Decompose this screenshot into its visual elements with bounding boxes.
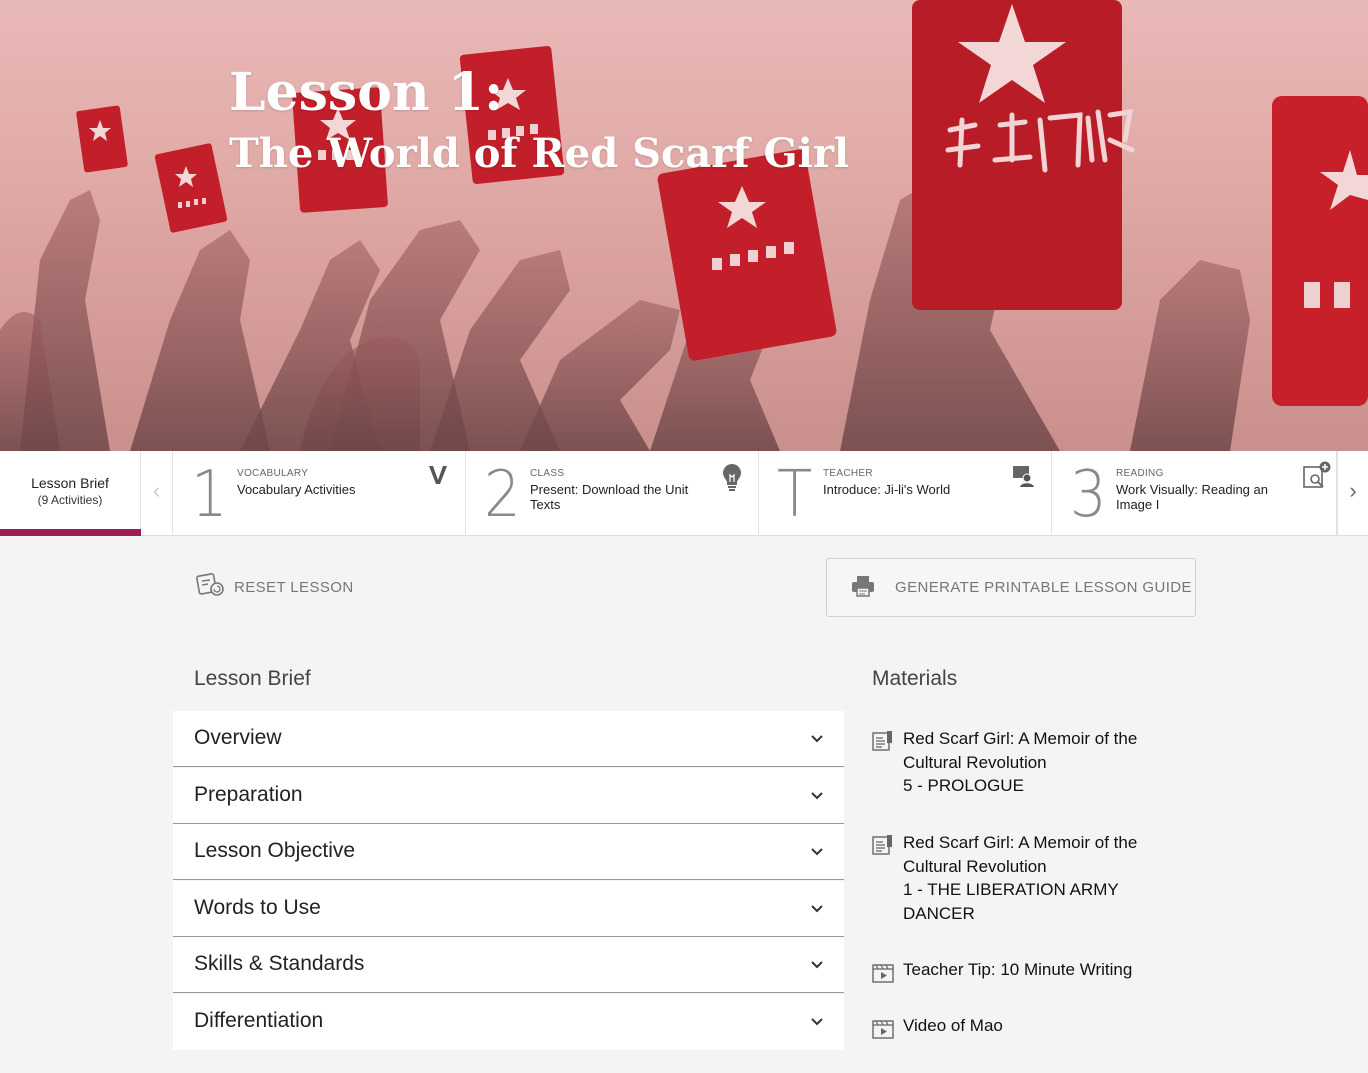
activity-card-vocabulary[interactable]: 1 VOCABULARY Vocabulary Activities xyxy=(173,451,466,536)
accordion-label: Lesson Objective xyxy=(194,839,356,862)
activity-type: VOCABULARY xyxy=(237,468,309,479)
chevron-right-icon: › xyxy=(1349,478,1357,503)
material-chapter: DANCER xyxy=(903,903,975,923)
chevron-down-icon xyxy=(810,844,824,862)
activity-marker: 3 xyxy=(1070,458,1107,532)
chevron-down-icon xyxy=(810,731,824,749)
activity-card-teacher[interactable]: T TEACHER Introduce: Ji-li's World xyxy=(759,451,1052,536)
lesson-title: Lesson 1: The World of Red Scarf Girl xyxy=(229,62,849,184)
video-icon xyxy=(872,1017,896,1044)
generate-guide-label: GENERATE PRINTABLE LESSON GUIDE xyxy=(895,579,1192,596)
chevron-down-icon xyxy=(810,957,824,975)
accordion-preparation[interactable]: Preparation xyxy=(173,767,844,824)
activity-marker: 2 xyxy=(484,458,521,532)
material-item[interactable]: Video of Mao xyxy=(872,1014,1003,1044)
activity-title: Introduce: Ji-li's World xyxy=(823,482,951,497)
reset-lesson-button[interactable]: RESET LESSON xyxy=(196,572,354,602)
material-title-line: Video of Mao xyxy=(903,1016,1003,1035)
accordion-label: Preparation xyxy=(194,782,303,806)
material-chapter: 1 - THE LIBERATION ARMY xyxy=(903,880,1119,899)
active-tab-indicator xyxy=(0,529,141,536)
activity-type: READING xyxy=(1116,468,1164,479)
activity-type: TEACHER xyxy=(823,468,873,479)
strip-next-button[interactable]: › xyxy=(1337,451,1368,536)
chevron-left-icon: ‹ xyxy=(152,478,161,503)
accordion-label: Words to Use xyxy=(194,895,321,919)
activity-strip: Lesson Brief (9 Activities) ‹ 1 VOCABULA… xyxy=(0,451,1368,536)
lesson-name: The World of Red Scarf Girl xyxy=(229,130,850,177)
activity-title: Vocabulary Activities xyxy=(237,482,356,497)
accordion-overview[interactable]: Overview xyxy=(173,711,844,767)
teacher-presenter-icon xyxy=(1011,463,1035,492)
lesson-brief-accordion: Overview Preparation Lesson Objective Wo… xyxy=(173,711,844,1050)
tab-lesson-brief[interactable]: Lesson Brief (9 Activities) xyxy=(0,451,141,536)
strip-prev-button[interactable]: ‹ xyxy=(141,451,173,536)
hero-banner: Lesson 1: The World of Red Scarf Girl xyxy=(0,0,1368,451)
tab-lesson-brief-label: Lesson Brief xyxy=(31,475,109,491)
reset-lesson-label: RESET LESSON xyxy=(234,578,354,596)
printer-icon xyxy=(851,575,875,601)
accordion-lesson-objective[interactable]: Lesson Objective xyxy=(173,824,844,880)
material-item[interactable]: Red Scarf Girl: A Memoir of the Cultural… xyxy=(872,831,1137,925)
activity-marker: 1 xyxy=(191,458,228,532)
chevron-down-icon xyxy=(810,1014,824,1032)
activity-title: Present: Download the Unit Texts xyxy=(530,482,689,512)
material-title-line: Cultural Revolution xyxy=(903,752,1047,772)
lightbulb-icon xyxy=(722,463,742,498)
material-item[interactable]: Teacher Tip: 10 Minute Writing xyxy=(872,958,1132,988)
activity-marker: T xyxy=(777,458,813,532)
document-icon xyxy=(872,834,896,925)
materials-heading: Materials xyxy=(872,667,958,690)
video-icon xyxy=(872,961,896,988)
activity-title: Work Visually: Reading an Image I xyxy=(1116,482,1268,512)
material-title-line: Red Scarf Girl: A Memoir of the xyxy=(903,833,1138,852)
accordion-label: Overview xyxy=(194,726,282,749)
accordion-label: Skills & Standards xyxy=(194,952,365,975)
document-icon xyxy=(872,730,896,798)
activity-card-class[interactable]: 2 CLASS Present: Download the Unit Texts xyxy=(466,451,759,536)
material-title-line: Teacher Tip: 10 Minute Writing xyxy=(903,960,1133,979)
material-chapter: 5 - PROLOGUE xyxy=(903,776,1024,795)
accordion-label: Differentiation xyxy=(194,1008,324,1032)
chevron-down-icon xyxy=(810,901,824,919)
material-item[interactable]: Red Scarf Girl: A Memoir of the Cultural… xyxy=(872,727,1137,798)
tab-lesson-brief-count: (9 Activities) xyxy=(37,493,103,507)
material-title-line: Cultural Revolution xyxy=(903,856,1047,876)
generate-printable-guide-button[interactable]: GENERATE PRINTABLE LESSON GUIDE xyxy=(826,558,1196,617)
reading-image-icon xyxy=(1302,461,1332,496)
material-title-line: Red Scarf Girl: A Memoir of the xyxy=(903,729,1138,748)
accordion-words-to-use[interactable]: Words to Use xyxy=(173,880,844,937)
accordion-skills-standards[interactable]: Skills & Standards xyxy=(173,937,844,993)
activity-type: CLASS xyxy=(530,468,565,479)
chevron-down-icon xyxy=(810,788,824,806)
accordion-differentiation[interactable]: Differentiation xyxy=(173,993,844,1050)
lesson-number: Lesson 1: xyxy=(229,62,504,123)
reset-icon xyxy=(196,572,226,602)
lesson-brief-heading: Lesson Brief xyxy=(194,667,311,690)
vocabulary-v-icon xyxy=(427,463,449,492)
activity-card-reading[interactable]: 3 READING Work Visually: Reading an Imag… xyxy=(1052,451,1337,536)
